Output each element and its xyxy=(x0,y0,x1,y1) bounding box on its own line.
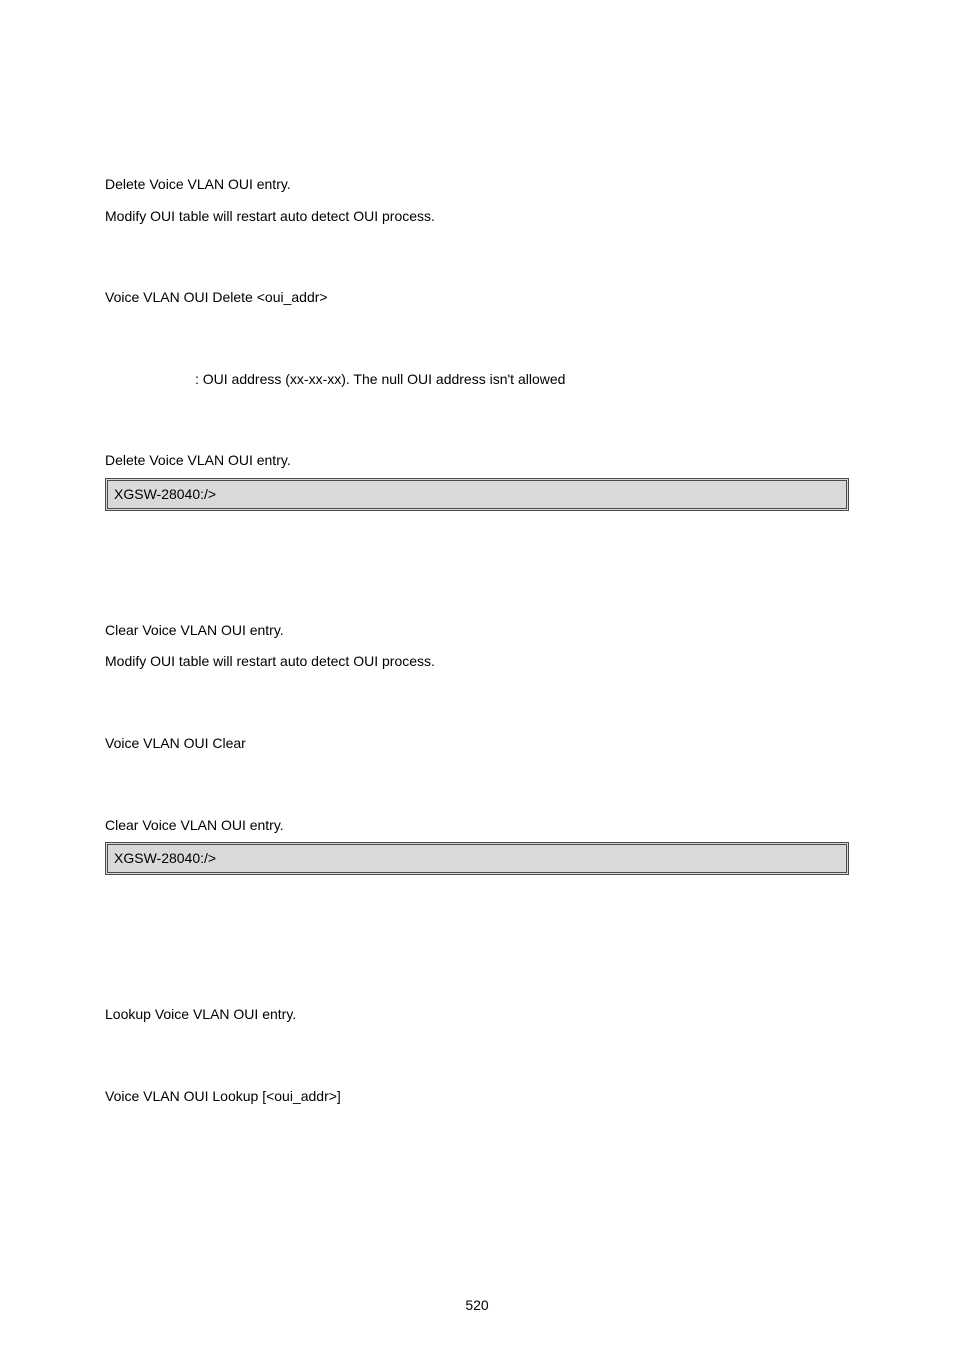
example-label-2: Clear Voice VLAN OUI entry. xyxy=(105,816,849,836)
syntax-3: Voice VLAN OUI Lookup [<oui_addr>] xyxy=(105,1087,849,1107)
example-label-1: Delete Voice VLAN OUI entry. xyxy=(105,451,849,471)
description-line-3: Clear Voice VLAN OUI entry. xyxy=(105,621,849,641)
description-line-5: Lookup Voice VLAN OUI entry. xyxy=(105,1005,849,1025)
description-line-2: Modify OUI table will restart auto detec… xyxy=(105,207,849,227)
code-block-1: XGSW-28040:/> xyxy=(105,478,849,511)
syntax-2: Voice VLAN OUI Clear xyxy=(105,734,849,754)
code-block-2: XGSW-28040:/> xyxy=(105,842,849,875)
page-number: 520 xyxy=(0,1297,954,1313)
syntax-1: Voice VLAN OUI Delete <oui_addr> xyxy=(105,288,849,308)
description-line-1: Delete Voice VLAN OUI entry. xyxy=(105,175,849,195)
param-description-1: : OUI address (xx-xx-xx). The null OUI a… xyxy=(105,370,849,390)
description-line-4: Modify OUI table will restart auto detec… xyxy=(105,652,849,672)
